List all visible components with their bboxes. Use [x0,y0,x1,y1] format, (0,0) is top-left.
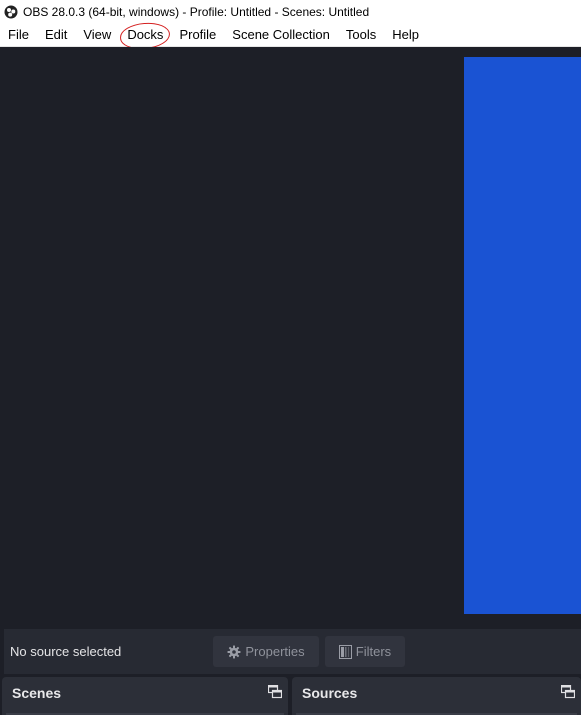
filters-button[interactable]: Filters [325,636,405,667]
menu-help[interactable]: Help [384,23,427,47]
title-bar: OBS 28.0.3 (64-bit, windows) - Profile: … [0,0,581,23]
menu-edit[interactable]: Edit [37,23,75,47]
scenes-dock: Scenes [2,677,288,715]
menu-tools[interactable]: Tools [338,23,384,47]
window-title: OBS 28.0.3 (64-bit, windows) - Profile: … [23,4,370,19]
gear-icon [227,645,241,658]
menu-scene-collection[interactable]: Scene Collection [224,23,338,47]
source-status-label: No source selected [10,644,122,659]
menu-docks[interactable]: Docks [119,23,171,47]
preview-area[interactable] [0,47,581,627]
sources-dock: Sources [292,677,581,715]
menu-file[interactable]: File [0,23,37,47]
obs-logo-icon [4,5,18,18]
filters-icon [338,644,352,659]
filters-label: Filters [355,644,392,659]
context-bar: No source selected Properties Filters [4,629,581,674]
menu-profile[interactable]: Profile [171,23,224,47]
properties-label: Properties [245,644,305,659]
menu-bar: File Edit View Docks Profile Scene Colle… [0,23,581,47]
menu-view[interactable]: View [75,23,119,47]
undock-icon[interactable] [268,685,282,699]
preview-canvas[interactable] [464,57,581,614]
scenes-dock-title: Scenes [12,685,62,701]
properties-button[interactable]: Properties [213,636,319,667]
sources-dock-title: Sources [302,685,358,701]
undock-icon[interactable] [561,685,575,699]
